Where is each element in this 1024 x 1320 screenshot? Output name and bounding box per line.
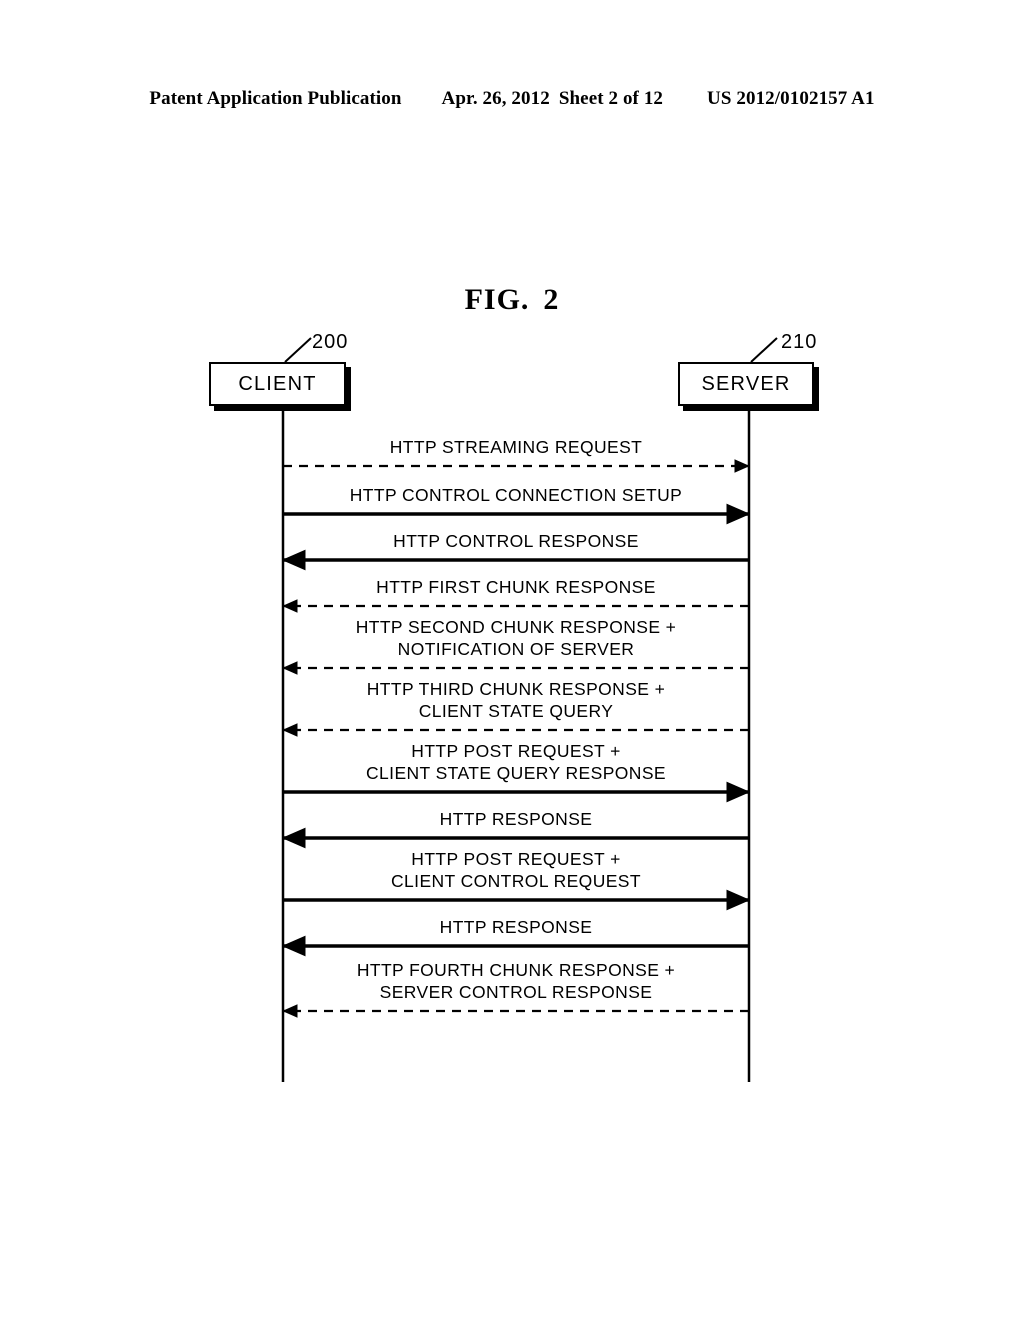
actor-box-server: SERVER (678, 362, 814, 406)
sequence-diagram (281, 337, 778, 1082)
leader-line-210 (750, 337, 778, 363)
actor-label-server: SERVER (701, 372, 791, 395)
message-arrows-group (281, 459, 751, 1018)
reference-numeral-200: 200 (312, 331, 349, 353)
lifelines-group (281, 406, 751, 1082)
reference-leader-lines (284, 337, 778, 363)
reference-numeral-210: 210 (781, 331, 818, 353)
actor-label-client: CLIENT (238, 372, 317, 395)
actor-box-client: CLIENT (209, 362, 346, 406)
leader-line-200 (284, 337, 312, 363)
